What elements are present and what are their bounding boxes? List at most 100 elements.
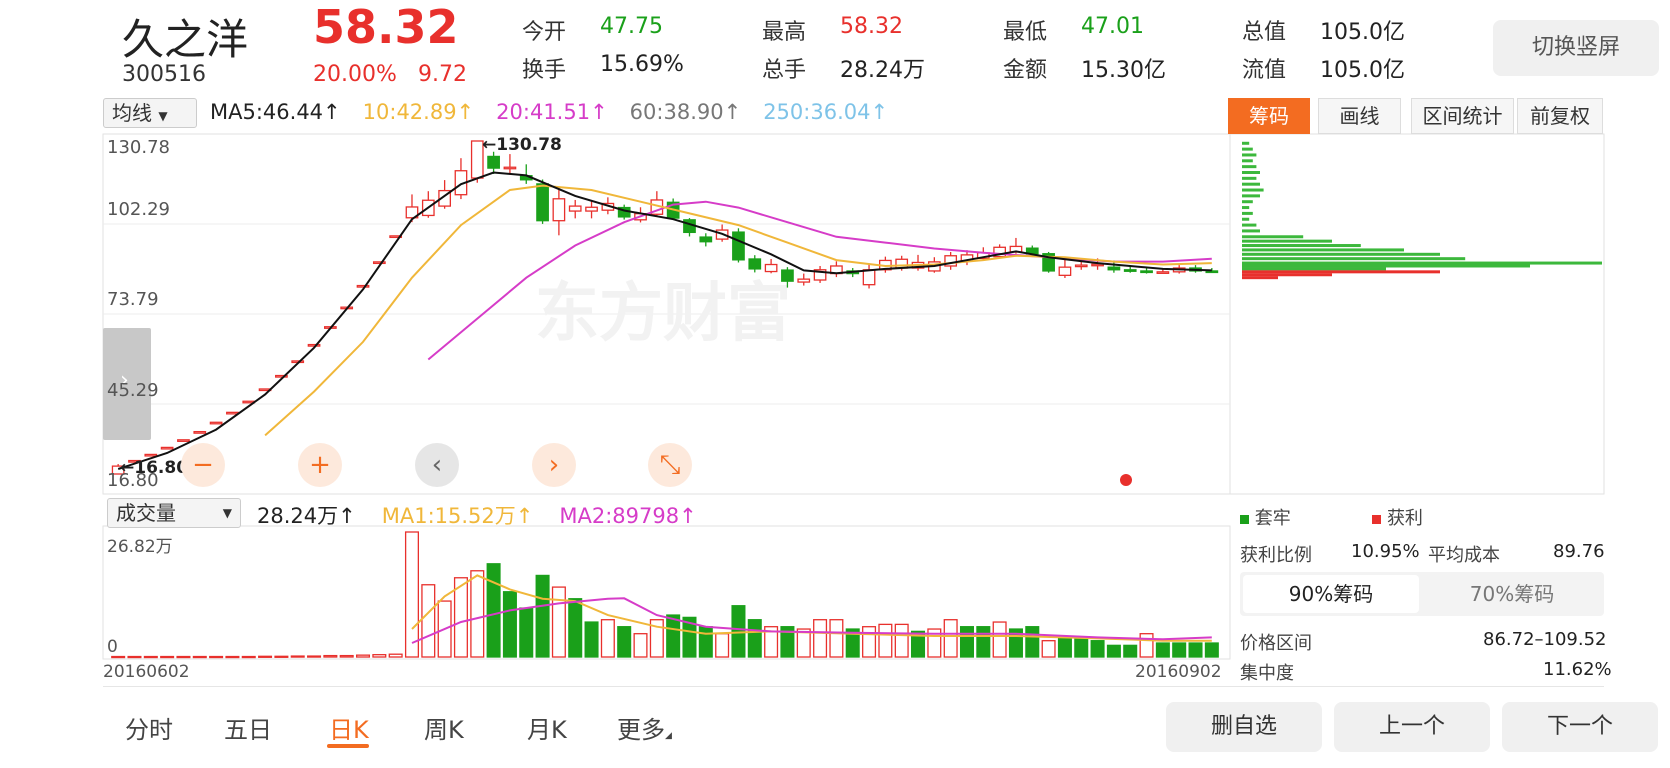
volume-bar	[959, 626, 975, 658]
candle-body	[372, 261, 386, 265]
volume-bar	[274, 655, 289, 658]
tool-draw-line-button[interactable]: 画线	[1318, 98, 1401, 134]
tab-period[interactable]: 更多◢	[617, 710, 672, 745]
collapse-button[interactable]: ⤡	[648, 443, 692, 487]
legend-swatch-loss	[1240, 515, 1249, 524]
zoom-in-button[interactable]: +	[298, 443, 342, 487]
quote-label: 总手	[762, 58, 807, 83]
volume-bar	[404, 531, 420, 658]
quote-label: 最高	[762, 20, 807, 45]
volume-bar	[502, 591, 517, 658]
price-range-label: 价格区间	[1240, 633, 1312, 654]
tab-70-chip[interactable]: 70%筹码	[1424, 575, 1600, 613]
volume-bar	[323, 654, 338, 658]
volume-bar	[486, 563, 501, 658]
quote-value: 105.0亿	[1320, 58, 1405, 83]
volume-bar	[1074, 637, 1089, 658]
quote-value: 15.30亿	[1081, 58, 1166, 83]
volume-bar	[1106, 644, 1121, 658]
tool-chips-button[interactable]: 筹码	[1228, 98, 1310, 134]
chip-bin	[1242, 170, 1260, 174]
price-axis-label: 45.29	[107, 380, 159, 401]
volume-bar	[470, 570, 485, 658]
volume-bar	[698, 626, 713, 658]
volume-bar	[829, 619, 844, 658]
legend-profit-label: 获利	[1386, 508, 1423, 529]
volume-bar	[339, 654, 354, 658]
chip-legend: 套牢 获利	[1240, 504, 1423, 530]
tab-period[interactable]: 周K	[424, 710, 464, 745]
previous-stock-button[interactable]: 上一个	[1334, 702, 1490, 752]
volume-bar	[715, 633, 730, 658]
tab-period[interactable]: 分时	[125, 710, 173, 745]
date-end: 20160902	[1135, 662, 1222, 682]
volume-bar	[176, 655, 191, 659]
chip-bin	[1242, 159, 1253, 163]
chip-bin	[1242, 217, 1250, 221]
tab-period[interactable]: 五日	[224, 710, 272, 745]
chip-bin	[1242, 235, 1304, 239]
tab-90-chip[interactable]: 90%筹码	[1243, 575, 1419, 613]
chip-bin	[1242, 176, 1257, 180]
volume-bar	[372, 654, 387, 658]
volume-bar	[1123, 644, 1138, 658]
chip-bin	[1242, 248, 1404, 252]
volume-bar	[225, 655, 240, 659]
volume-bar	[355, 654, 371, 658]
tool-forward-adjust-button[interactable]: 前复权	[1517, 98, 1603, 134]
quote-value: 58.32	[840, 14, 903, 39]
volume-bar	[633, 633, 648, 658]
divider	[103, 686, 1604, 687]
chip-bin	[1242, 188, 1264, 192]
volume-bar	[127, 655, 142, 659]
volume-bar	[617, 626, 632, 658]
chip-bin	[1242, 267, 1386, 271]
candle-body	[307, 343, 321, 347]
chip-distribution	[1242, 141, 1602, 280]
quote-label: 流值	[1242, 58, 1287, 83]
pan-left-button[interactable]: ‹	[415, 443, 459, 487]
candle-body	[536, 183, 549, 222]
volume-bar	[568, 598, 583, 658]
volume-bar	[600, 619, 615, 658]
volume-bar	[894, 623, 909, 658]
price-axis-label: 130.78	[107, 137, 170, 158]
pan-right-button[interactable]: ›	[532, 443, 576, 487]
price-axis-label: 73.79	[107, 289, 159, 310]
volume-bar	[421, 584, 436, 658]
volume-bars	[111, 531, 1219, 659]
volume-bar	[143, 655, 158, 659]
chip-bin	[1242, 200, 1253, 204]
next-stock-button[interactable]: 下一个	[1502, 702, 1658, 752]
volume-bar	[584, 621, 599, 658]
active-tab-underline	[327, 744, 369, 748]
chip-tabs: 90%筹码 70%筹码	[1240, 572, 1604, 616]
candle-body	[193, 430, 207, 434]
minus-icon: −	[192, 450, 214, 480]
volume-bar	[1025, 626, 1040, 658]
chip-bin	[1242, 276, 1278, 280]
date-start: 20160602	[103, 662, 190, 682]
candle-body	[552, 198, 566, 222]
watermark: 东方财富	[535, 277, 791, 351]
tab-period[interactable]: 日K	[329, 710, 369, 745]
plus-icon: +	[309, 450, 331, 480]
tab-period[interactable]: 月K	[527, 710, 567, 745]
volume-axis-top: 26.82万	[107, 537, 173, 557]
chip-bin	[1242, 182, 1260, 186]
candle-body	[177, 439, 190, 442]
volume-legend-item: 28.24万↑	[257, 504, 356, 528]
volume-bar	[551, 586, 566, 658]
zoom-out-button[interactable]: −	[181, 443, 225, 487]
tool-range-stats-button[interactable]: 区间统计	[1411, 98, 1514, 134]
volume-selector[interactable]: 成交量 ▼	[107, 498, 241, 528]
candle-body	[1058, 266, 1072, 276]
volume-bar	[209, 655, 224, 659]
chip-bin	[1242, 244, 1361, 248]
high-annotation: ←130.78	[482, 135, 562, 155]
remove-watchlist-button[interactable]: 删自选	[1166, 702, 1322, 752]
quote-value: 47.01	[1081, 14, 1144, 39]
volume-bar	[388, 653, 403, 658]
candle-body	[209, 421, 223, 425]
event-dot[interactable]	[1120, 474, 1132, 486]
